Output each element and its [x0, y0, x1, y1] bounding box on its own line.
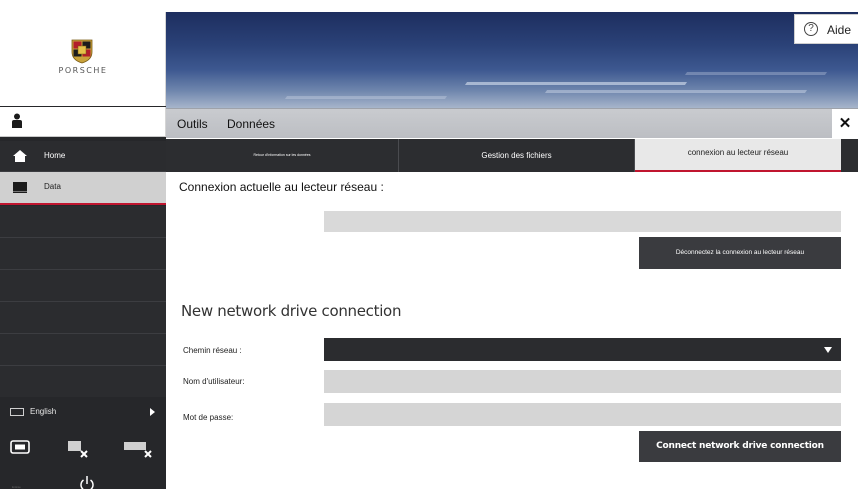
tab-file-management[interactable]: Gestion des fichiers	[399, 139, 635, 172]
sidebar-empty-row	[0, 366, 166, 398]
sidebar-item-data[interactable]: Data	[0, 172, 166, 205]
sidebar-empty-row	[0, 302, 166, 334]
menu-data[interactable]: Données	[227, 117, 275, 131]
sidebar-item-label: Data	[44, 182, 61, 191]
sidebar-empty-row	[0, 270, 166, 302]
current-connection-path	[324, 211, 841, 232]
network-path-label: Chemin réseau :	[183, 346, 242, 355]
username-label: Nom d'utilisateur:	[183, 377, 245, 386]
connect-button[interactable]: Connect network drive connection	[639, 431, 841, 462]
porsche-crest-icon	[71, 39, 93, 64]
tab-label: Gestion des fichiers	[481, 151, 552, 160]
close-button[interactable]: ✕	[832, 109, 858, 139]
password-field[interactable]	[324, 403, 841, 426]
help-label: Aide	[827, 23, 852, 37]
network-disconnected-icon[interactable]	[123, 440, 153, 458]
power-row: Entrée	[0, 470, 166, 489]
new-connection-heading: New network drive connection	[181, 302, 402, 320]
power-caption: Entrée	[12, 485, 21, 489]
password-label: Mot de passe:	[183, 413, 234, 422]
porsche-wordmark: PORSCHE	[58, 66, 108, 75]
chevron-down-icon	[824, 347, 832, 353]
tab-network-drive[interactable]: connexion au lecteur réseau	[635, 139, 841, 172]
menu-bar: Outils Données ✕	[166, 108, 858, 139]
tab-label: Retour d'information sur les données	[253, 153, 311, 157]
tab-label: connexion au lecteur réseau	[687, 148, 789, 157]
tab-data-feedback[interactable]: Retour d'information sur les données	[166, 139, 399, 172]
user-row[interactable]	[0, 107, 166, 137]
home-icon	[13, 150, 27, 162]
logo-area: PORSCHE	[0, 12, 166, 106]
language-selector[interactable]: English	[0, 397, 166, 427]
sidebar-item-home[interactable]: Home	[0, 141, 166, 172]
power-icon[interactable]	[79, 475, 95, 489]
user-icon	[12, 113, 22, 128]
current-connection-heading: Connexion actuelle au lecteur réseau :	[179, 180, 384, 194]
sidebar-empty-row	[0, 206, 166, 238]
chevron-right-icon	[150, 408, 155, 416]
header-banner	[166, 12, 858, 108]
vci-device-icon[interactable]	[10, 440, 30, 454]
sidebar: PORSCHE Home Data English Entrée	[0, 12, 166, 489]
device-disconnected-icon[interactable]	[67, 440, 89, 458]
keyboard-icon	[10, 408, 24, 416]
folder-icon	[13, 182, 27, 193]
help-icon: ?	[804, 22, 818, 36]
disconnect-button[interactable]: Déconnectez la connexion au lecteur rése…	[639, 237, 841, 269]
tab-bar: Retour d'information sur les données Ges…	[166, 139, 858, 172]
network-path-select[interactable]	[324, 338, 841, 361]
sidebar-empty-row	[0, 334, 166, 366]
help-button[interactable]: ? Aide	[794, 14, 858, 44]
sidebar-empty-row	[0, 238, 166, 270]
language-label: English	[30, 407, 57, 416]
sidebar-item-label: Home	[44, 151, 66, 160]
device-icons-row	[0, 432, 166, 468]
username-field[interactable]	[324, 370, 841, 393]
menu-tools[interactable]: Outils	[177, 117, 208, 131]
